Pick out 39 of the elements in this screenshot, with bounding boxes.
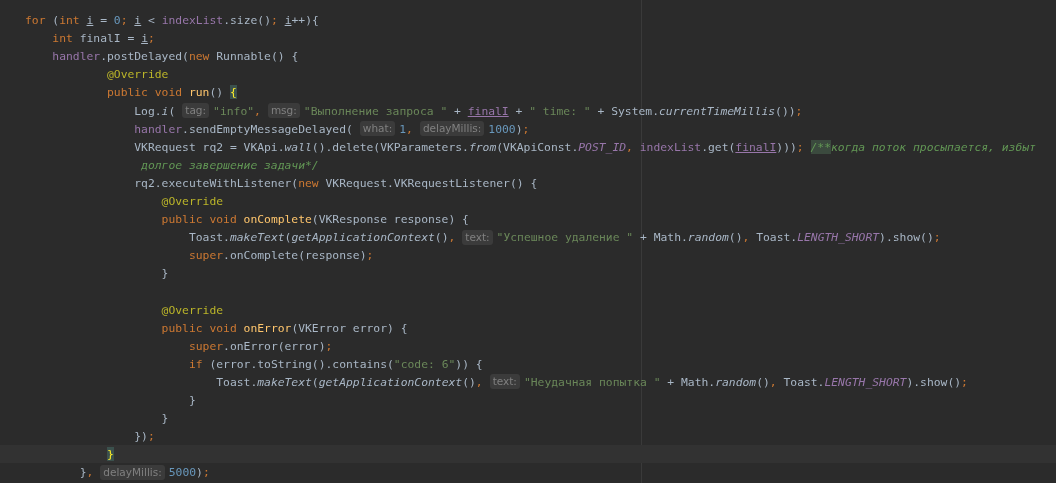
code-text: } [161,411,169,426]
code-text: }); [134,429,155,444]
parameter-hint: msg: [267,103,300,118]
code-text: @Override [161,194,224,208]
parameter-hint: text: [489,374,520,390]
parameter-hint: what: [359,121,396,137]
code-text: "info", [213,103,261,118]
code-text: Log.i( [134,103,176,118]
code-text: @Override [106,67,169,82]
code-text: VKRequest rq2 = VKApi.wall().delete(VKParameters.from(VKApiConst.POST_ID, indexList.get(finalI))); /**когда поток просыпается, избыт [134,139,1036,154]
code-text: handler.postDelayed(new Runnable() { [52,49,299,64]
parameter-hint: delayMillis: [419,121,485,137]
parameter-hint: tag: [182,103,210,118]
code-text: public void onError(VKError error) { [161,320,408,335]
code-text: Toast.makeText(getApplicationContext(), [216,374,483,389]
code-text: долгое завершение задачи*/ [141,157,319,172]
code-text: public void onComplete(VKResponse response) { [161,212,469,227]
code-text: }, [79,465,94,480]
code-text: super.onComplete(response); [188,248,374,263]
parameter-hint: delayMillis: [100,464,165,480]
code-text: "Неудачная попытка " + Math.random(), Toast.LENGTH_SHORT).show(); [523,374,968,389]
code-text: 5000); [168,465,210,480]
code-text: 1000); [488,121,530,136]
code-text: } [161,266,169,281]
code-text: "Выполнение запроса " + finalI + " time: " + System.currentTimeMillis()); [303,103,803,118]
code-text: if (error.toString().contains("code: 6")) { [188,356,483,371]
code-text: } [188,393,196,407]
code-text: } [106,447,114,462]
code-text: int finalI = i; [52,31,155,46]
code-text: @Override [161,302,224,317]
code-text: public void run() { [106,85,237,100]
code-text: rq2.executeWithListener(new VKRequest.VKRequestListener() { [134,175,538,190]
code-text: handler.sendEmptyMessageDelayed( [134,121,353,136]
parameter-hint: text: [462,229,493,245]
code-text: for (int i = 0; i < indexList.size(); i++){ [25,13,319,28]
code-text: 1, [399,121,413,136]
code-text: Toast.makeText(getApplicationContext(), [188,230,456,245]
code-text: super.onError(error); [188,338,333,353]
code-text: "Успешное удаление " + Math.random(), Toast.LENGTH_SHORT).show(); [496,230,941,245]
